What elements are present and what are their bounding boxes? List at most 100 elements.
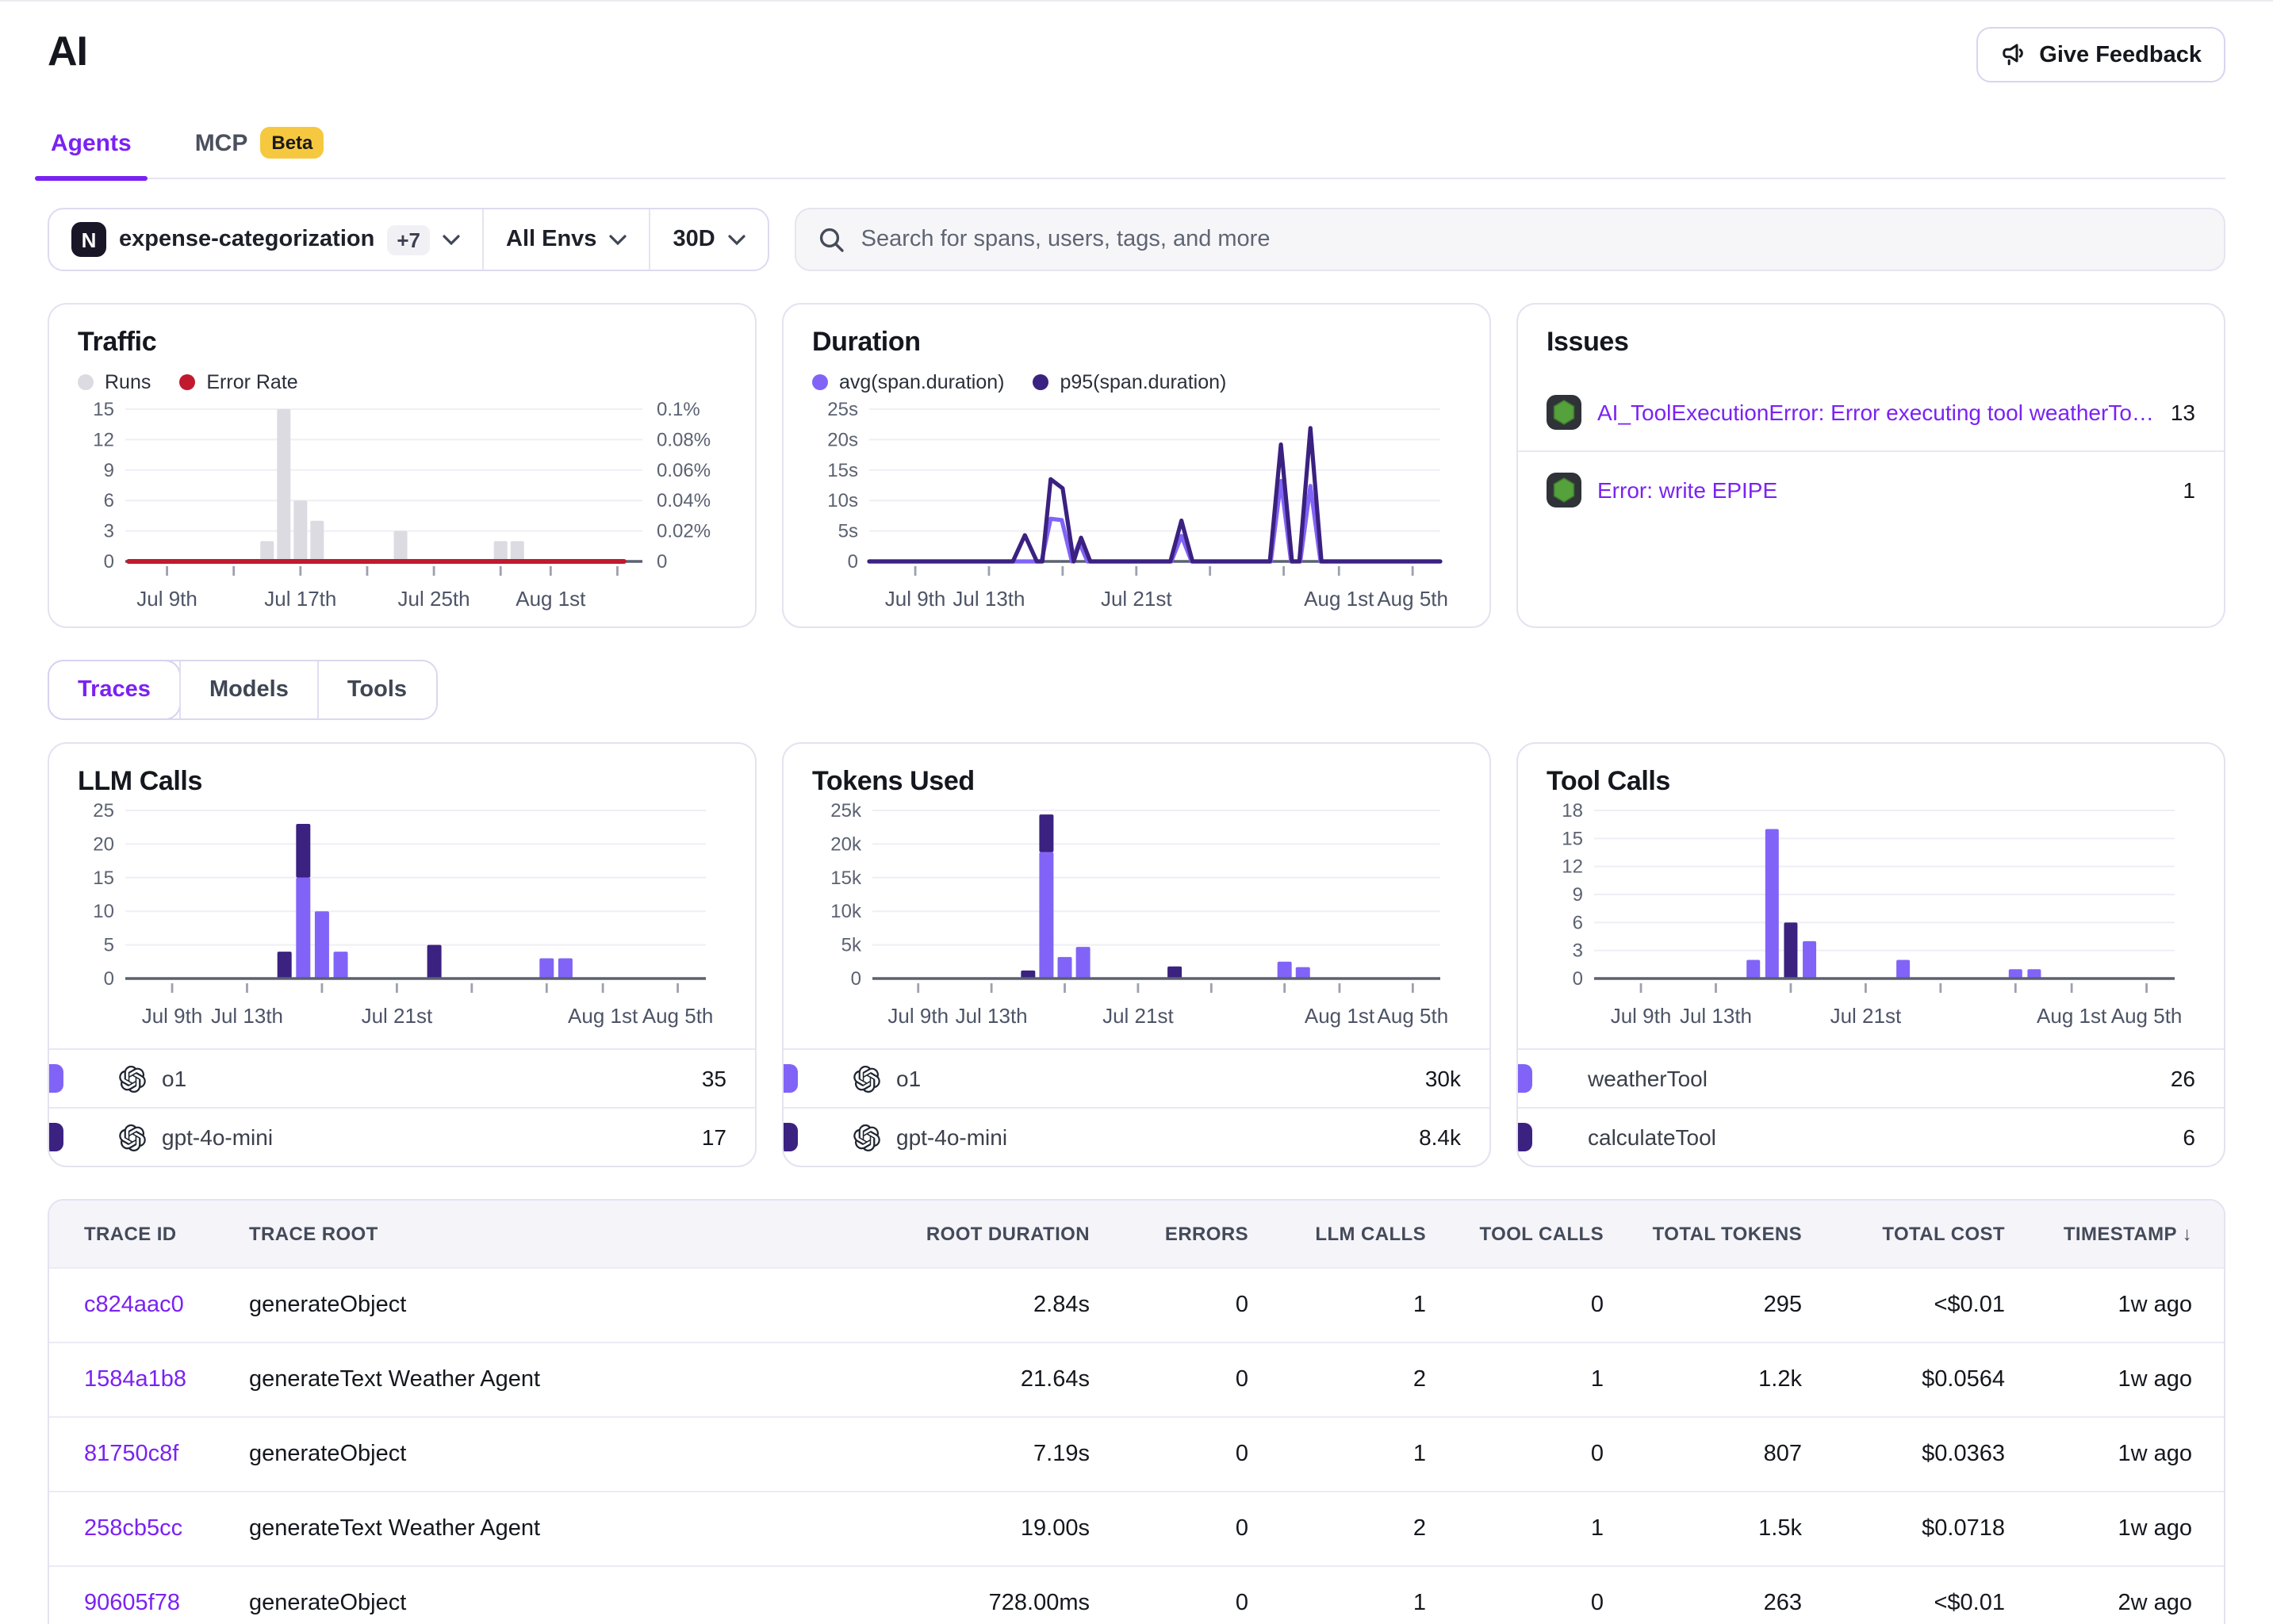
legend-row[interactable]: weatherTool26 [1518, 1048, 2224, 1107]
timestamp-value[interactable]: 1w ago [2118, 1442, 2192, 1467]
series-swatch-icon [49, 1064, 63, 1093]
tab-agents[interactable]: Agents [48, 117, 135, 178]
table-row[interactable]: 258cb5ccgenerateText Weather Agent19.00s… [49, 1491, 2224, 1565]
agent-filter-extra-badge: +7 [387, 224, 430, 255]
search-box [795, 208, 2225, 271]
column-header-root-duration[interactable]: ROOT DURATION [912, 1223, 1102, 1245]
tab-traces[interactable]: Traces [48, 660, 181, 720]
chevron-down-icon [728, 234, 746, 245]
llm-calls-cell: 2 [1261, 1516, 1439, 1542]
llm-calls-cell: 1 [1261, 1591, 1439, 1616]
column-header-llm-calls[interactable]: LLM CALLS [1261, 1223, 1439, 1245]
metric-cards: LLM Calls 0510152025Jul 9thJul 13thJul 2… [48, 742, 2225, 1167]
column-header-timestamp[interactable]: TIMESTAMP ↓ [2018, 1223, 2224, 1245]
svg-text:20: 20 [93, 833, 114, 855]
tab-mcp[interactable]: MCP Beta [192, 117, 328, 178]
traffic-card: Traffic Runs Error Rate 0030.02%60.04%90… [48, 303, 757, 628]
issue-link[interactable]: AI_ToolExecutionError: Error executing t… [1597, 400, 2155, 425]
env-filter-dropdown[interactable]: All Envs [482, 209, 649, 270]
legend-row[interactable]: calculateTool6 [1518, 1107, 2224, 1166]
openai-icon [119, 1065, 146, 1092]
column-header-total-tokens[interactable]: TOTAL TOKENS [1616, 1223, 1815, 1245]
trace-id-cell[interactable]: 1584a1b8 [49, 1367, 236, 1392]
timestamp-value[interactable]: 2w ago [2118, 1591, 2192, 1616]
column-header-errors[interactable]: ERRORS [1102, 1223, 1261, 1245]
svg-text:5k: 5k [841, 935, 862, 956]
give-feedback-button[interactable]: Give Feedback [1976, 27, 2225, 82]
trace-id-link[interactable]: 81750c8f [84, 1442, 178, 1467]
svg-text:20s: 20s [827, 429, 858, 450]
trace-id-link[interactable]: 258cb5cc [84, 1516, 182, 1542]
trace-id-link[interactable]: 90605f78 [84, 1591, 180, 1616]
timestamp-cell: 1w ago [2018, 1516, 2224, 1542]
svg-text:Jul 21st: Jul 21st [1101, 587, 1172, 611]
legend-avg-label: avg(span.duration) [839, 371, 1004, 393]
tab-tools[interactable]: Tools [317, 661, 435, 718]
svg-text:9: 9 [104, 460, 114, 481]
trace-root-cell: generateText Weather Agent [236, 1367, 912, 1392]
ai-dashboard-page: AI Give Feedback Agents MCP Beta N expen… [0, 2, 2273, 1624]
trace-root-cell: generateObject [236, 1442, 912, 1467]
search-input[interactable] [861, 227, 2202, 252]
timestamp-value[interactable]: 1w ago [2118, 1367, 2192, 1392]
trace-root-cell: generateObject [236, 1591, 912, 1616]
issue-row: AI_ToolExecutionError: Error executing t… [1518, 374, 2224, 450]
sort-desc-icon: ↓ [2177, 1223, 2192, 1245]
svg-text:0: 0 [851, 968, 861, 990]
column-header-total-cost[interactable]: TOTAL COST [1815, 1223, 2018, 1245]
timestamp-cell: 1w ago [2018, 1293, 2224, 1318]
tokens-used-card: Tokens Used 05k10k15k20k25kJul 9thJul 13… [782, 742, 1491, 1167]
svg-text:20k: 20k [830, 833, 862, 855]
agent-filter-dropdown[interactable]: N expense-categorization +7 [49, 209, 482, 270]
table-row[interactable]: c824aac0generateObject2.84s010295<$0.011… [49, 1267, 2224, 1342]
legend-row[interactable]: o135 [49, 1048, 755, 1107]
openai-icon [119, 1124, 146, 1151]
tab-models[interactable]: Models [179, 661, 317, 718]
error-rate-dot-icon [179, 374, 195, 390]
errors-cell: 0 [1102, 1293, 1261, 1318]
legend-row[interactable]: gpt-4o-mini8.4k [784, 1107, 1489, 1166]
filter-bar: N expense-categorization +7 All Envs 30D [48, 208, 2225, 271]
timestamp-value[interactable]: 1w ago [2118, 1516, 2192, 1542]
errors-cell: 0 [1102, 1516, 1261, 1542]
svg-text:Aug 5th: Aug 5th [1377, 587, 1448, 611]
column-header-trace-id[interactable]: TRACE ID [49, 1223, 236, 1245]
table-row[interactable]: 90605f78generateObject728.00ms010263<$0.… [49, 1565, 2224, 1624]
date-range-dropdown[interactable]: 30D [649, 209, 767, 270]
series-swatch-icon [784, 1123, 798, 1151]
root-duration-cell: 7.19s [912, 1442, 1102, 1467]
trace-id-cell[interactable]: 81750c8f [49, 1442, 236, 1467]
openai-icon [853, 1065, 880, 1092]
svg-text:0: 0 [104, 551, 114, 573]
series-total: 6 [2183, 1124, 2195, 1150]
svg-text:Jul 17th: Jul 17th [264, 587, 336, 611]
issue-link[interactable]: Error: write EPIPE [1597, 477, 2167, 503]
svg-text:18: 18 [1562, 801, 1583, 822]
megaphone-icon [1999, 41, 2026, 68]
traces-table-header: TRACE IDTRACE ROOTROOT DURATIONERRORSLLM… [49, 1201, 2224, 1267]
legend-row[interactable]: gpt-4o-mini17 [49, 1107, 755, 1166]
column-header-tool-calls[interactable]: TOOL CALLS [1439, 1223, 1616, 1245]
trace-id-link[interactable]: c824aac0 [84, 1293, 184, 1318]
series-name: gpt-4o-mini [896, 1124, 1403, 1150]
overview-cards: Traffic Runs Error Rate 0030.02%60.04%90… [48, 303, 2225, 628]
svg-text:25s: 25s [827, 399, 858, 420]
svg-text:Jul 9th: Jul 9th [1611, 1004, 1672, 1028]
column-header-trace-root[interactable]: TRACE ROOT [236, 1223, 912, 1245]
tab-mcp-label: MCP [195, 129, 248, 156]
detail-tabs: Traces Models Tools [48, 660, 437, 720]
table-row[interactable]: 81750c8fgenerateObject7.19s010807$0.0363… [49, 1416, 2224, 1491]
table-row[interactable]: 1584a1b8generateText Weather Agent21.64s… [49, 1342, 2224, 1416]
total-tokens-cell: 807 [1616, 1442, 1815, 1467]
trace-id-link[interactable]: 1584a1b8 [84, 1367, 186, 1392]
svg-text:Jul 9th: Jul 9th [885, 587, 946, 611]
tool-calls-legend: weatherTool26calculateTool6 [1518, 1048, 2224, 1166]
legend-row[interactable]: o130k [784, 1048, 1489, 1107]
timestamp-value[interactable]: 1w ago [2118, 1293, 2192, 1318]
svg-text:10: 10 [93, 901, 114, 922]
trace-id-cell[interactable]: c824aac0 [49, 1293, 236, 1318]
svg-text:15: 15 [93, 868, 114, 889]
total-tokens-cell: 1.2k [1616, 1367, 1815, 1392]
trace-id-cell[interactable]: 258cb5cc [49, 1516, 236, 1542]
trace-id-cell[interactable]: 90605f78 [49, 1591, 236, 1616]
